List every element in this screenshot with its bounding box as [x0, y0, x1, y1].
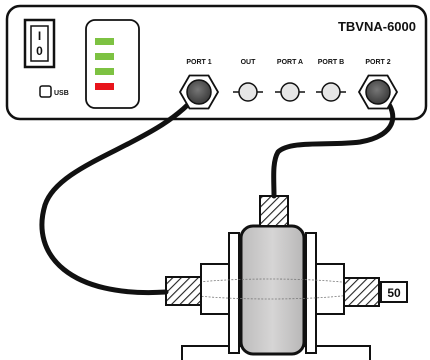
power-off-mark: 0 [36, 44, 43, 58]
status-led-3 [95, 68, 114, 75]
usb-label: USB [54, 90, 69, 97]
model-label: TBVNA-6000 [338, 19, 416, 34]
port-a-label: PORT A [277, 59, 303, 66]
fixture-left-plate [228, 232, 240, 354]
power-switch[interactable]: I 0 [23, 18, 56, 69]
port-2-connector[interactable] [357, 74, 399, 110]
termination-label: 50 [387, 286, 401, 300]
power-on-mark: I [38, 29, 41, 43]
usb-port[interactable] [39, 85, 52, 98]
right-connector [343, 277, 380, 307]
port-2-label: PORT 2 [365, 59, 390, 66]
fixture-right-block [315, 263, 345, 315]
test-setup-diagram: TBVNA-6000 I 0 USB PORT 1 OUT PORT A PORT B… [5, 4, 428, 360]
status-led-2 [95, 53, 114, 60]
status-led-1 [95, 38, 114, 45]
port-1-connector[interactable] [178, 74, 220, 110]
status-led-panel [85, 19, 140, 109]
port-1-label: PORT 1 [186, 59, 211, 66]
cable-port1 [39, 89, 202, 296]
dut-body [239, 224, 306, 356]
left-connector [165, 276, 202, 306]
fixture-right-plate [305, 232, 317, 354]
top-connector [259, 195, 289, 227]
out-label: OUT [241, 59, 257, 66]
status-led-4 [95, 83, 114, 90]
port-b-label: PORT B [318, 59, 344, 66]
fixture-left-block [200, 263, 230, 315]
